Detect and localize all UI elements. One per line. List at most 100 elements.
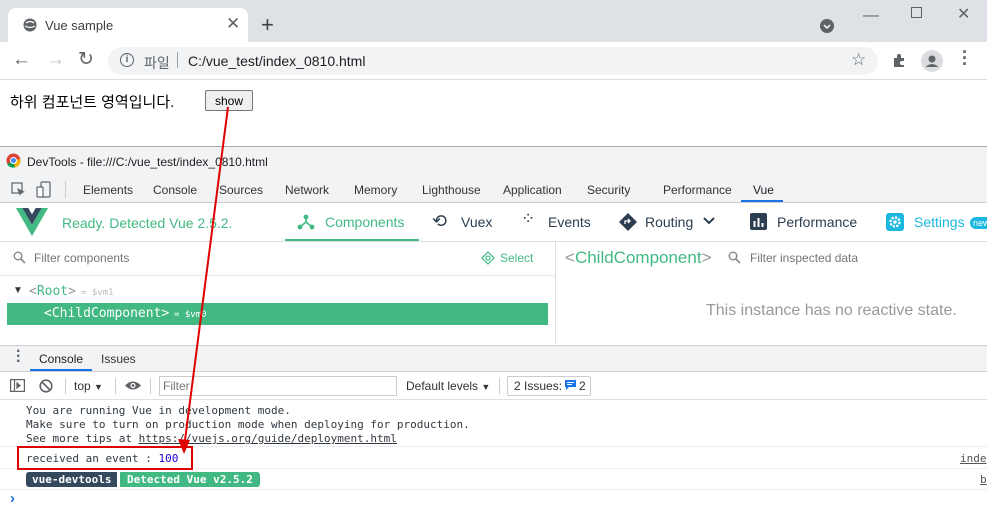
drawer-tab-issues[interactable]: Issues [101,352,136,366]
tab-elements[interactable]: Elements [83,183,133,197]
vue-devtools-badge: vue-devtools [26,472,118,487]
toolbar-divider [65,378,66,394]
bookmark-star-icon[interactable]: ☆ [851,50,866,70]
tab-memory[interactable]: Memory [354,183,397,197]
inspector-search-icon [728,251,741,264]
deployment-link[interactable]: https://vuejs.org/guide/deployment.html [139,432,397,445]
drawer-tab-console[interactable]: Console [39,352,83,366]
reload-icon[interactable]: ↻ [78,48,94,71]
filter-components-input[interactable] [34,248,434,268]
tree-bracket: < [29,284,37,299]
vue-status: Ready. Detected Vue 2.5.2. [62,215,233,231]
toolbar-divider [499,378,500,394]
tab-vue[interactable]: Vue [753,183,774,197]
nav-vuex[interactable]: Vuex [461,214,492,230]
select-target-icon [481,251,495,265]
log-levels-dropdown[interactable]: Default levels ▼ [406,379,490,393]
events-icon: ⁘ [521,209,536,228]
issues-count: 2 [579,379,586,393]
console-prompt[interactable]: › [10,490,15,507]
profile-avatar[interactable] [921,50,943,72]
tab-network[interactable]: Network [285,183,329,197]
address-url[interactable]: C:/vue_test/index_0810.html [188,53,365,69]
back-icon[interactable]: ← [12,49,31,71]
tree-root-node[interactable]: <Root> [29,284,76,299]
tab-security[interactable]: Security [587,183,630,197]
log-levels-dropdown-icon: ▼ [481,382,491,392]
toolbar-divider [115,378,116,394]
tree-root-name: Root [36,284,69,299]
extensions-icon[interactable] [891,52,907,68]
tab-search-icon[interactable] [819,18,835,34]
devtools-tabbar [0,176,987,203]
toolbar-divider [150,378,151,394]
tree-bracket: < [565,248,575,267]
active-tab-indicator [741,200,783,202]
expand-toggle-icon[interactable]: ▼ [13,285,23,296]
filter-inspected-input[interactable] [750,248,980,268]
chrome-logo-icon [6,153,21,168]
nav-performance[interactable]: Performance [777,214,857,230]
clear-console-icon[interactable] [39,379,53,393]
menu-kebab-icon[interactable]: · · · [962,43,968,73]
components-active-indicator [285,239,419,241]
address-scheme: 파일 [144,55,170,71]
info-icon[interactable]: i [120,53,134,67]
badge-source-link[interactable]: b [980,473,987,486]
new-tab-icon[interactable]: + [261,12,274,38]
select-button[interactable]: Select [500,251,533,265]
nav-settings[interactable]: Settings [914,214,965,230]
issues-message-icon [565,380,576,390]
inspected-component-name: ChildComponent [574,248,702,267]
chevron-down-icon[interactable] [703,216,715,226]
console-message: You are running Vue in development mode. [26,404,291,417]
nav-routing[interactable]: Routing [645,214,693,230]
tree-child-node: <ChildComponent> [44,306,169,321]
device-toolbar-icon[interactable] [36,181,52,198]
annotation-highlight-box [17,446,193,470]
minimize-icon[interactable]: — [863,7,879,25]
live-expression-eye-icon[interactable] [124,379,142,392]
detected-vue-badge: Detected Vue v2.5.2 [120,472,260,487]
tab-title: Vue sample [45,18,114,33]
new-badge: new [970,217,987,229]
tab-divider [65,181,66,198]
show-button[interactable]: show [205,90,253,111]
console-message: See more tips at https://vuejs.org/guide… [26,432,397,445]
event-source-link[interactable]: inde [960,452,987,465]
devtools-title: DevTools - file:///C:/vue_test/index_081… [27,155,268,169]
log-levels-label: Default levels [406,379,479,393]
drawer-menu-icon[interactable]: · · · [16,344,21,370]
message-divider [0,489,987,490]
tree-bracket: > [161,306,170,321]
routing-icon [619,213,637,231]
tree-root-ref: = $vm1 [81,288,114,298]
console-drawer-tabs [0,345,987,372]
console-text: See more tips at [26,432,139,445]
context-label: top [74,379,91,393]
tab-lighthouse[interactable]: Lighthouse [422,183,481,197]
inspect-element-icon[interactable] [11,182,26,197]
browser-tab[interactable] [8,8,248,42]
forward-icon[interactable]: → [46,49,65,71]
console-message: Make sure to turn on production mode whe… [26,418,470,431]
nav-components[interactable]: Components [325,214,404,230]
inspected-component-title: <ChildComponent> [565,248,712,268]
address-divider [177,52,178,68]
tab-sources[interactable]: Sources [219,183,263,197]
window-close-icon[interactable]: ✕ [957,4,970,24]
tab-console[interactable]: Console [153,183,197,197]
tab-application[interactable]: Application [503,183,562,197]
close-tab-icon[interactable]: ✕ [226,14,240,34]
tab-performance[interactable]: Performance [663,183,732,197]
nav-events[interactable]: Events [548,214,591,230]
console-filter-input[interactable] [159,376,397,396]
no-state-message: This instance has no reactive state. [706,302,957,319]
sidebar-toggle-icon[interactable] [10,379,25,392]
search-icon [13,251,26,264]
settings-gear-icon [886,213,904,231]
context-selector[interactable]: top ▼ [74,379,103,393]
context-dropdown-icon: ▼ [94,382,103,392]
maximize-icon[interactable] [911,7,922,18]
tree-bracket: > [701,248,712,267]
